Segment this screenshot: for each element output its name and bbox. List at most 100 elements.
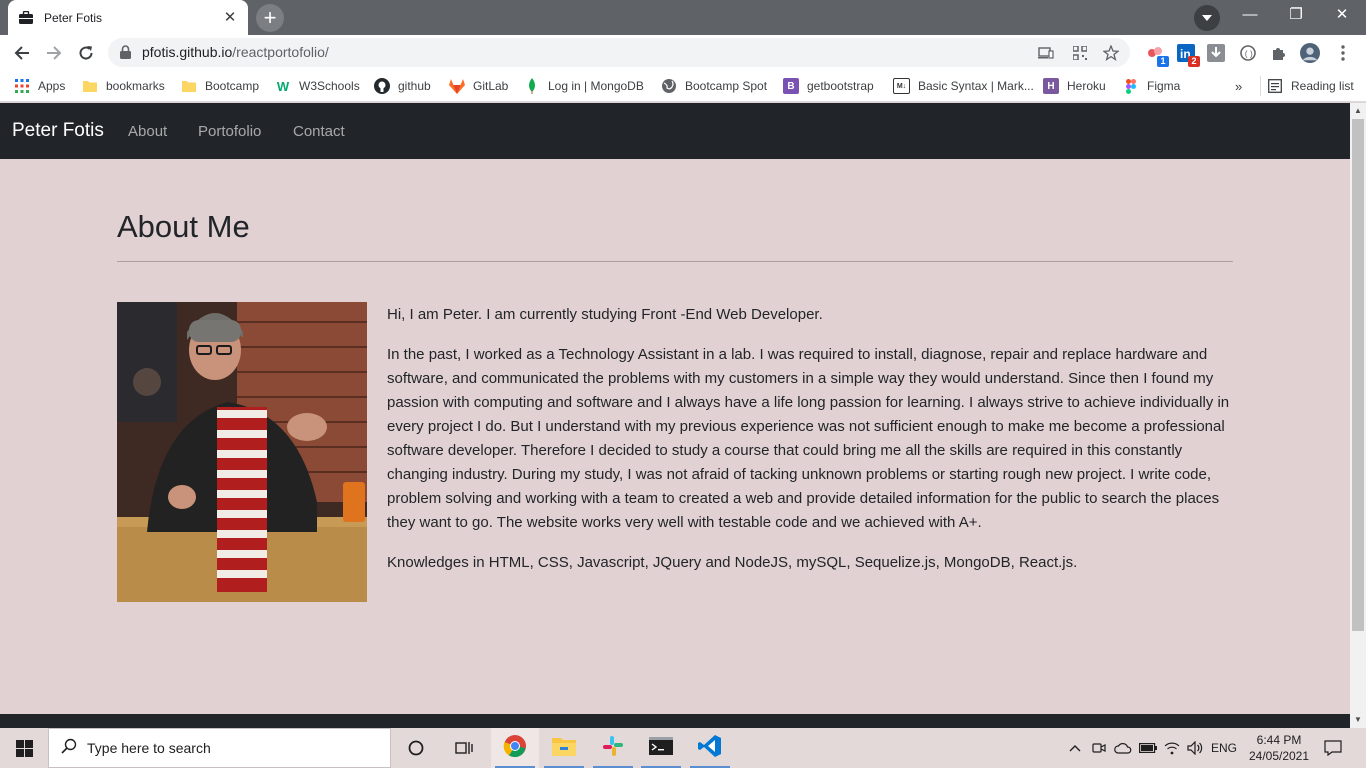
chrome-menu-icon[interactable] [1333,43,1353,63]
scrollbar-thumb[interactable] [1352,119,1364,631]
lock-icon[interactable] [120,45,131,64]
taskbar-search-box[interactable]: Type here to search [48,728,391,768]
bookmarks-bar: Apps bookmarks Bootcamp W W3Schools gith… [0,70,1366,102]
reading-list-button[interactable]: Reading list [1260,76,1354,96]
scroll-down-icon[interactable]: ▼ [1350,712,1366,728]
window-close-icon[interactable]: ✕ [1319,0,1365,32]
restore-icon[interactable]: ❐ [1273,0,1319,32]
notifications-icon[interactable] [1318,728,1348,768]
bookmark-heroku[interactable]: H Heroku [1043,76,1106,96]
gitlab-icon [449,78,465,94]
bookmark-label: Log in | MongoDB [548,79,644,93]
more-bookmarks-chevron-icon[interactable]: » [1235,76,1242,96]
bookmark-folder-bootcamp[interactable]: Bootcamp [181,76,259,96]
extension-badge: 1 [1157,56,1169,67]
svg-text:(): () [1244,51,1254,60]
reading-list-icon [1267,78,1283,94]
bio-skills-paragraph: Knowledges in HTML, CSS, Javascript, JQu… [387,554,1078,571]
url-text[interactable]: pfotis.github.io/reactportofolio/ [142,44,329,60]
onedrive-cloud-icon[interactable] [1112,728,1134,768]
markdown-icon: M↓ [893,78,910,94]
extension-badge: 2 [1188,56,1200,67]
reload-icon[interactable] [72,39,100,67]
bookmark-label: Figma [1147,79,1181,93]
nav-link-contact[interactable]: Contact [293,123,345,140]
bookmark-mongodb[interactable]: Log in | MongoDB [524,76,644,96]
battery-icon[interactable] [1137,728,1159,768]
cortana-icon[interactable] [392,728,440,768]
folder-icon [82,78,98,94]
taskbar-vscode[interactable] [686,728,734,768]
scroll-up-icon[interactable]: ▲ [1350,103,1366,119]
site-brand-link[interactable]: Peter Fotis [12,120,104,142]
terminal-icon [649,736,673,760]
bookmark-getbootstrap[interactable]: B getbootstrap [783,76,874,96]
bookmark-star-icon[interactable] [1101,43,1121,63]
extensions-puzzle-icon[interactable] [1269,43,1289,63]
new-tab-button[interactable]: + [256,4,284,32]
download-extension-icon[interactable] [1206,43,1226,63]
github-icon [374,78,390,94]
tab-search-icon[interactable] [1194,5,1220,31]
bookmark-label: Bootcamp Spot [685,79,768,93]
mongodb-icon [524,78,540,94]
bookmark-label: Bootcamp [205,79,260,93]
windows-taskbar: Type here to search ENG 6:44 PM 24/05/20… [0,728,1366,768]
section-divider [117,261,1233,262]
bookmark-label: Basic Syntax | Mark... [918,79,1034,93]
bookmark-label: GitLab [473,79,509,93]
browser-tab[interactable]: Peter Fotis ✕ [8,0,248,35]
nav-link-portofolio[interactable]: Portofolio [198,123,261,140]
nav-link-about[interactable]: About [128,123,167,140]
bookmark-label: W3Schools [299,79,360,93]
bookmark-w3schools[interactable]: W W3Schools [275,76,360,96]
volume-icon[interactable] [1184,728,1206,768]
chrome-icon [503,734,527,763]
taskbar-chrome-app[interactable] [491,728,539,768]
task-view-icon[interactable] [440,728,488,768]
windows-start-icon[interactable] [0,728,48,768]
meet-now-icon[interactable] [1089,728,1109,768]
devtools-extension-icon[interactable]: () [1238,43,1258,63]
folder-icon [181,78,197,94]
bookmark-apps[interactable]: Apps [14,76,65,96]
url-host: pfotis.github.io [142,44,233,60]
minimize-icon[interactable]: — [1227,0,1273,32]
extension-ext1-icon[interactable]: 1 [1145,43,1169,67]
taskbar-terminal[interactable] [637,728,685,768]
about-heading: About Me [117,209,250,244]
bookmark-label: github [398,79,431,93]
globe-icon [661,78,677,94]
tab-close-icon[interactable]: ✕ [222,9,238,26]
input-language-indicator[interactable]: ENG [1208,728,1240,768]
w3schools-icon: W [276,78,290,94]
bookmark-markdown[interactable]: M↓ Basic Syntax | Mark... [893,76,1034,96]
site-navbar: Peter Fotis About Portofolio Contact [0,103,1350,159]
qr-code-icon[interactable] [1070,43,1090,63]
wifi-icon[interactable] [1161,728,1183,768]
show-hidden-icons-chevron-icon[interactable] [1064,728,1086,768]
install-app-icon[interactable] [1036,43,1056,63]
tab-title: Peter Fotis [44,10,103,25]
url-path: /reactportofolio/ [232,44,329,60]
bookmark-bootcamp-spot[interactable]: Bootcamp Spot [661,76,767,96]
forward-arrow-icon[interactable] [40,39,68,67]
clock-time: 6:44 PM [1256,733,1302,747]
back-arrow-icon[interactable] [8,39,36,67]
linkedin-extension-icon[interactable]: in 2 [1176,43,1200,67]
bookmark-gitlab[interactable]: GitLab [449,76,508,96]
bookmark-figma[interactable]: Figma [1123,76,1180,96]
bookmark-github[interactable]: github [374,76,431,96]
profile-avatar-icon[interactable] [1300,43,1320,63]
bookmark-folder-bookmarks[interactable]: bookmarks [82,76,165,96]
search-icon [61,738,77,759]
taskbar-clock[interactable]: 6:44 PM 24/05/2021 [1244,732,1314,764]
vscode-icon [698,734,722,763]
taskbar-file-explorer[interactable] [540,728,588,768]
reading-list-label: Reading list [1291,79,1354,93]
taskbar-slack[interactable] [589,728,637,768]
bookmark-label: bookmarks [106,79,165,93]
bookmark-label: Heroku [1067,79,1106,93]
site-footer [0,714,1350,728]
address-bar[interactable]: pfotis.github.io/reactportofolio/ [108,38,1130,67]
